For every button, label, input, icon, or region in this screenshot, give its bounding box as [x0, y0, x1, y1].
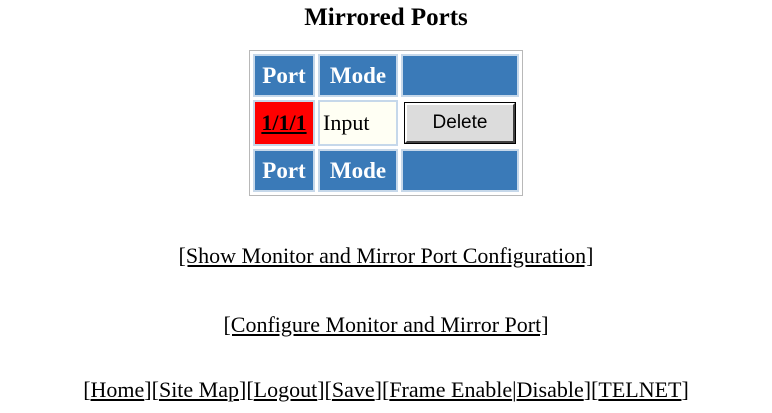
footer-nav: [Home][Site Map][Logout][Save][Frame Ena…: [0, 377, 772, 403]
page-title: Mirrored Ports: [304, 4, 468, 31]
action-cell: Delete: [401, 100, 519, 146]
save-link[interactable]: Save: [332, 377, 375, 402]
show-monitor-mirror-config-link[interactable]: [Show Monitor and Mirror Port Configurat…: [0, 243, 772, 269]
footer-bracket: ]: [681, 377, 689, 402]
footer-bracket: ][: [374, 377, 390, 402]
port-cell: 1/1/1: [253, 100, 315, 146]
footer-bracket: ][: [583, 377, 599, 402]
site-map-link[interactable]: Site Map: [159, 377, 239, 402]
footer-bracket: ][: [317, 377, 332, 402]
table-header-row: Port Mode: [253, 54, 519, 97]
mirrored-ports-table: Port Mode 1/1/1 Input Delete Port Mode: [249, 50, 523, 196]
port-link[interactable]: 1/1/1: [261, 110, 306, 135]
delete-button[interactable]: Delete: [404, 102, 516, 144]
column-header-port: Port: [253, 54, 315, 97]
configure-monitor-mirror-port-link[interactable]: [Configure Monitor and Mirror Port]: [0, 312, 772, 338]
home-link[interactable]: Home: [91, 377, 145, 402]
telnet-link[interactable]: TELNET: [598, 377, 681, 402]
column-header-action: [401, 54, 519, 97]
frame-disable-link[interactable]: Disable: [517, 377, 584, 402]
column-footer-port: Port: [253, 149, 315, 192]
footer-bracket: ][: [144, 377, 159, 402]
table-footer-row: Port Mode: [253, 149, 519, 192]
column-footer-action: [401, 149, 519, 192]
table-row: 1/1/1 Input Delete: [253, 100, 519, 146]
column-header-mode: Mode: [318, 54, 398, 97]
column-footer-mode: Mode: [318, 149, 398, 192]
footer-bracket: [: [83, 377, 91, 402]
footer-bracket: ][: [239, 377, 254, 402]
mode-cell: Input: [318, 100, 398, 146]
frame-enable-link[interactable]: Frame Enable: [389, 377, 512, 402]
logout-link[interactable]: Logout: [254, 377, 318, 402]
